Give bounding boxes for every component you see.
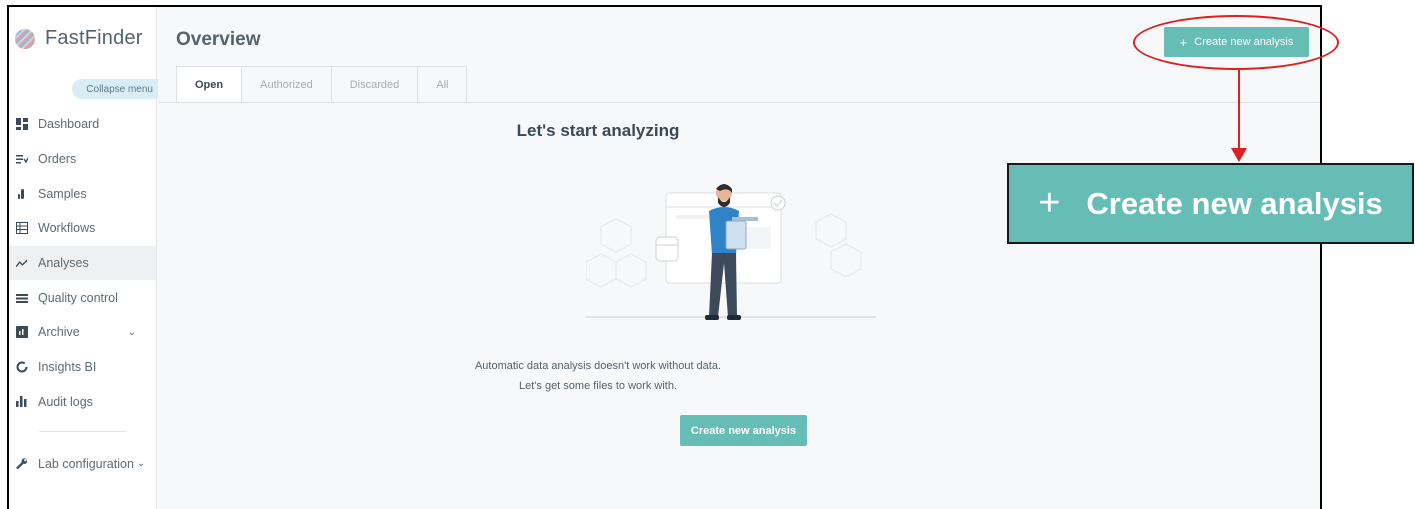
callout-label: Create new analysis bbox=[1086, 185, 1383, 221]
tab-open[interactable]: Open bbox=[176, 66, 243, 102]
sidebar-item-lab-configuration[interactable]: Lab configuration ⌄ bbox=[9, 446, 156, 481]
collapse-menu-button[interactable]: Collapse menu bbox=[72, 79, 158, 99]
status-tabs: Open Authorized Discarded All bbox=[176, 66, 468, 102]
sidebar-item-dashboard[interactable]: Dashboard bbox=[9, 107, 156, 142]
tabs-divider bbox=[158, 102, 1320, 103]
app-window: FastFinder Collapse menu Dashboard Order… bbox=[7, 5, 1322, 509]
callout-arrow-line bbox=[1238, 70, 1240, 150]
tab-authorized[interactable]: Authorized bbox=[242, 66, 332, 102]
callout-arrow-head-icon bbox=[1231, 148, 1247, 162]
dashboard-grid-icon bbox=[16, 118, 28, 131]
wrench-icon bbox=[16, 457, 28, 470]
sidebar-item-label: Lab configuration bbox=[38, 456, 134, 471]
chevron-down-icon[interactable]: ⌄ bbox=[137, 458, 145, 469]
tab-all[interactable]: All bbox=[418, 66, 468, 102]
sidebar-item-analyses[interactable]: Analyses bbox=[9, 245, 156, 281]
sidebar-item-label: Insights BI bbox=[38, 360, 97, 375]
sidebar-item-label: Dashboard bbox=[38, 117, 100, 132]
highlight-ellipse bbox=[1133, 15, 1339, 70]
chevron-down-icon[interactable]: ⌄ bbox=[128, 327, 136, 338]
sidebar-item-quality-control[interactable]: Quality control bbox=[9, 280, 156, 315]
empty-state-description: Automatic data analysis doesn't work wit… bbox=[158, 356, 1038, 396]
sidebar-item-samples[interactable]: Samples bbox=[9, 176, 156, 211]
sidebar-item-orders[interactable]: Orders bbox=[9, 142, 156, 177]
empty-state-create-analysis-button[interactable]: Create new analysis bbox=[680, 415, 807, 446]
fastfinder-logo-icon bbox=[15, 28, 35, 49]
archive-icon bbox=[16, 326, 28, 339]
samples-tube-icon bbox=[16, 188, 28, 200]
plus-icon: + bbox=[1038, 182, 1061, 224]
audit-bar-icon bbox=[16, 396, 28, 408]
brand-name: FastFinder bbox=[45, 27, 143, 49]
sidebar-item-archive[interactable]: Archive ⌄ bbox=[9, 315, 156, 350]
sidebar-nav: Dashboard Orders Samples Workflows Analy… bbox=[9, 107, 156, 481]
sidebar-item-label: Workflows bbox=[38, 221, 96, 236]
insights-ring-icon bbox=[16, 361, 28, 373]
empty-state-line-1: Automatic data analysis doesn't work wit… bbox=[474, 360, 722, 372]
sidebar-divider bbox=[39, 431, 126, 433]
sidebar-item-label: Orders bbox=[38, 152, 77, 167]
sidebar-item-label: Audit logs bbox=[38, 394, 93, 409]
sidebar-item-workflows[interactable]: Workflows bbox=[9, 211, 156, 246]
quality-control-icon bbox=[16, 293, 28, 303]
tab-discarded[interactable]: Discarded bbox=[331, 66, 419, 102]
sidebar-item-label: Quality control bbox=[38, 290, 118, 305]
empty-state-line-2: Let's get some files to work with. bbox=[519, 380, 677, 392]
sidebar-item-label: Analyses bbox=[38, 256, 89, 271]
analyses-line-icon bbox=[16, 259, 28, 268]
page-title: Overview bbox=[176, 29, 261, 50]
zoomed-create-button-callout: + Create new analysis bbox=[1007, 163, 1414, 244]
empty-state-title: Let's start analyzing bbox=[516, 121, 680, 140]
sidebar-item-label: Archive bbox=[38, 325, 80, 340]
sidebar-item-label: Samples bbox=[38, 186, 87, 201]
main-content: Overview + Create new analysis Open Auth… bbox=[158, 7, 1320, 509]
orders-list-icon bbox=[16, 154, 28, 164]
workflows-table-icon bbox=[16, 222, 28, 235]
analyst-illustration bbox=[586, 184, 876, 320]
sidebar-item-audit-logs[interactable]: Audit logs bbox=[9, 385, 156, 420]
sidebar: FastFinder Collapse menu Dashboard Order… bbox=[9, 7, 158, 509]
brand[interactable]: FastFinder bbox=[15, 27, 143, 50]
sidebar-item-insights-bi[interactable]: Insights BI bbox=[9, 350, 156, 385]
